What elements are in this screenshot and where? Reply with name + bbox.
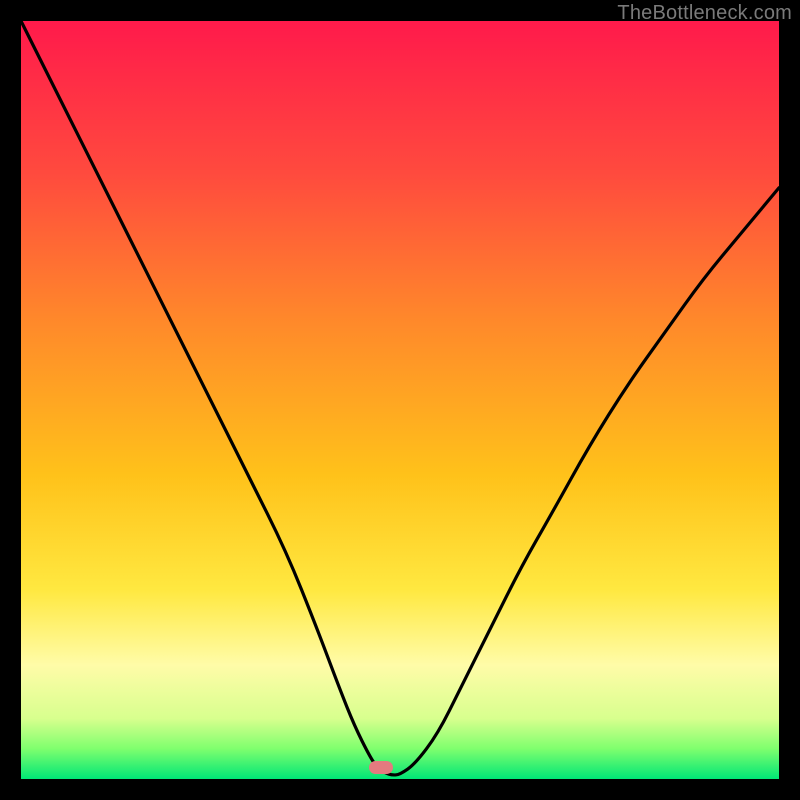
optimal-point-marker <box>369 761 393 774</box>
watermark-text: TheBottleneck.com <box>617 2 792 25</box>
bottleneck-curve <box>21 21 779 779</box>
